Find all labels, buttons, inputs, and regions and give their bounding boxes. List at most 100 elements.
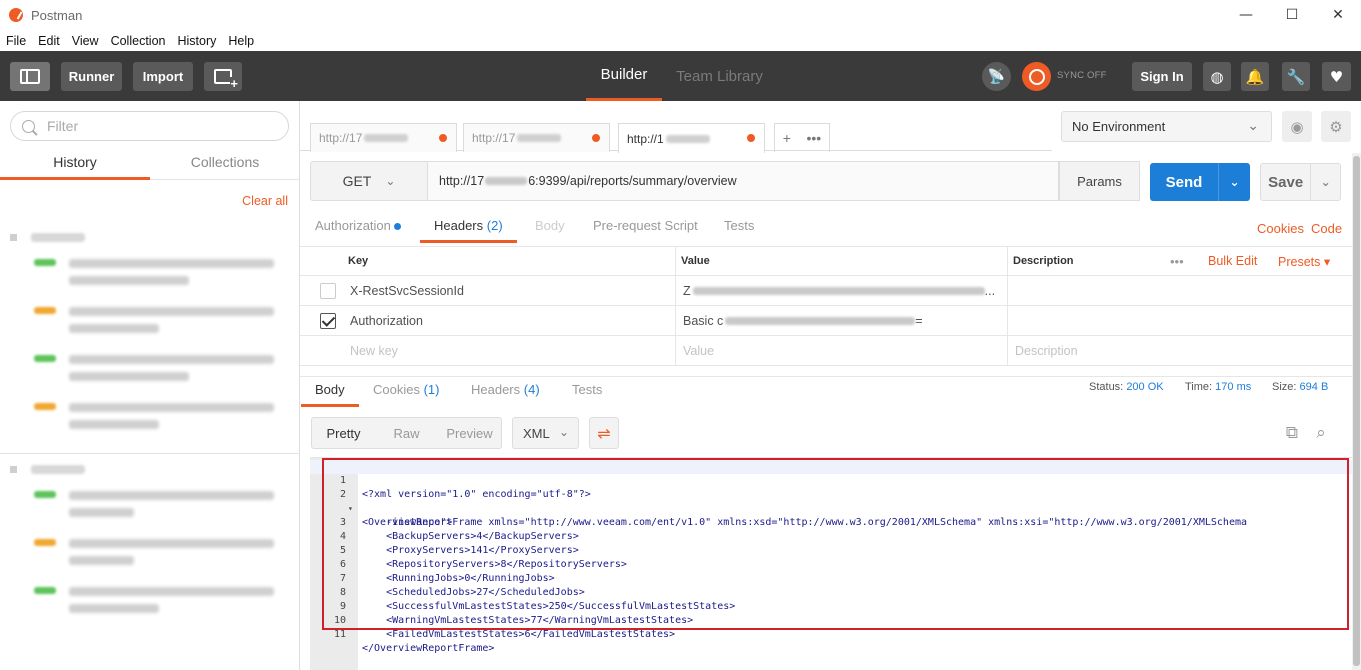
response-tab-headers[interactable]: Headers (4) — [471, 379, 540, 407]
environment-select[interactable]: No Environment ⌄ — [1061, 111, 1272, 142]
runner-button[interactable]: Runner — [61, 62, 122, 91]
menu-file[interactable]: File — [0, 34, 32, 48]
tab-collections[interactable]: Collections — [150, 150, 300, 180]
sign-in-button[interactable]: Sign In — [1132, 62, 1192, 91]
tab-team-library[interactable]: Team Library — [672, 51, 767, 101]
globe-icon[interactable]: ◍ — [1203, 62, 1231, 91]
history-item[interactable] — [0, 297, 300, 345]
title-bar: Postman — ☐ ✕ — [0, 0, 1361, 30]
header-key[interactable]: X-RestSvcSessionId — [350, 276, 464, 305]
tab-more-button[interactable]: ••• — [807, 130, 822, 146]
send-options-chevron-icon[interactable]: ⌄ — [1219, 175, 1250, 189]
history-url — [69, 403, 274, 412]
heart-icon[interactable]: ♥ — [1322, 62, 1351, 91]
gear-icon[interactable]: ⚙ — [1321, 111, 1351, 142]
bulk-edit-link[interactable]: Bulk Edit — [1208, 247, 1257, 275]
menu-view[interactable]: View — [66, 34, 105, 48]
scrollbar-thumb[interactable] — [1353, 156, 1360, 666]
add-tab-button[interactable]: + — [783, 130, 791, 146]
toggle-sidebar-button[interactable] — [10, 62, 50, 91]
save-label: Save — [1268, 173, 1304, 191]
tab-authorization[interactable]: Authorization — [315, 215, 401, 243]
filter-input[interactable] — [47, 118, 277, 134]
search-icon[interactable]: ⌕ — [1309, 421, 1333, 445]
history-group-header[interactable] — [0, 457, 300, 481]
code-text: <FailedVmLastestStates>6</FailedVmLastes… — [362, 629, 676, 640]
presets-dropdown[interactable]: Presets ▾ — [1278, 247, 1330, 275]
row-enable-checkbox[interactable] — [320, 313, 336, 329]
request-tab[interactable]: http://17 — [463, 123, 610, 152]
send-button[interactable]: Send ⌄ — [1150, 163, 1250, 201]
tab-prerequest-script[interactable]: Pre-request Script — [593, 215, 698, 243]
header-value[interactable]: Z ... — [683, 276, 995, 305]
collapse-caret-icon — [10, 465, 17, 473]
history-item[interactable] — [0, 393, 300, 441]
main-scrollbar[interactable] — [1352, 153, 1361, 670]
sync-icon[interactable] — [1022, 62, 1051, 91]
header-key[interactable]: Authorization — [350, 306, 423, 335]
satellite-icon[interactable]: 📡 — [982, 62, 1011, 91]
history-item[interactable] — [0, 481, 300, 529]
request-tab-active[interactable]: http://1 — [618, 123, 765, 153]
tab-tests[interactable]: Tests — [724, 215, 754, 243]
new-value-input[interactable]: Value — [683, 336, 714, 365]
sync-status: SYNC OFF — [1057, 70, 1107, 81]
response-tab-tests[interactable]: Tests — [572, 379, 602, 407]
header-value[interactable]: Basic c = — [683, 306, 923, 335]
history-group-header[interactable] — [0, 225, 300, 249]
cookies-link[interactable]: Cookies — [1257, 221, 1304, 236]
table-more-button[interactable]: ••• — [1170, 247, 1184, 275]
maximize-button[interactable]: ☐ — [1269, 0, 1315, 30]
response-tab-body[interactable]: Body — [301, 379, 359, 407]
menu-edit[interactable]: Edit — [32, 34, 66, 48]
menu-history[interactable]: History — [171, 34, 222, 48]
tab-builder[interactable]: Builder — [586, 51, 662, 101]
language-select[interactable]: XML ⌄ — [512, 417, 579, 449]
method-select[interactable]: GET ⌄ — [310, 161, 427, 201]
menu-help[interactable]: Help — [222, 34, 260, 48]
response-tab-cookies[interactable]: Cookies (1) — [373, 379, 439, 407]
params-button[interactable]: Params — [1059, 161, 1140, 201]
code-link[interactable]: Code — [1311, 221, 1342, 236]
save-options-chevron-icon[interactable]: ⌄ — [1311, 175, 1340, 189]
history-group-date — [31, 464, 85, 474]
tab-history[interactable]: History — [0, 150, 150, 180]
tab-body[interactable]: Body — [535, 215, 565, 243]
new-tab-button[interactable] — [204, 62, 242, 91]
response-body-editor[interactable]: 1 <?xml version="1.0" encoding="utf-8"?>… — [310, 457, 1352, 670]
format-raw[interactable]: Raw — [375, 426, 438, 441]
import-button[interactable]: Import — [133, 62, 193, 91]
send-label: Send — [1165, 173, 1203, 191]
line-number: 11 — [333, 629, 346, 640]
request-tab-url: http://17 — [319, 131, 363, 145]
tab-headers[interactable]: Headers (2) — [420, 215, 517, 243]
wrench-icon[interactable]: 🔧 — [1282, 62, 1310, 91]
history-item[interactable] — [0, 529, 300, 577]
new-description-input[interactable]: Description — [1015, 336, 1078, 365]
new-key-input[interactable]: New key — [350, 336, 398, 365]
minimize-button[interactable]: — — [1223, 0, 1269, 30]
format-preview[interactable]: Preview — [438, 426, 501, 441]
history-item[interactable] — [0, 577, 300, 625]
wrap-lines-icon[interactable]: ⇌ — [589, 417, 619, 449]
response-divider — [300, 376, 1352, 377]
bell-icon[interactable]: 🔔 — [1241, 62, 1269, 91]
save-button[interactable]: Save ⌄ — [1260, 163, 1341, 201]
code-line: 6 <RunningJobs>0</RunningJobs> — [310, 544, 1352, 584]
size-label: Size: — [1272, 381, 1297, 393]
redacted-text — [485, 177, 528, 185]
header-value-prefix: Basic c — [683, 313, 724, 328]
menu-collection[interactable]: Collection — [105, 34, 172, 48]
copy-icon[interactable]: ⧉ — [1280, 421, 1304, 445]
eye-icon[interactable]: ◉ — [1282, 111, 1312, 142]
code-line: -instance"> — [310, 488, 1352, 528]
history-item[interactable] — [0, 345, 300, 393]
code-line: 4 <ProxyServers>141</ProxyServers> — [310, 516, 1352, 556]
request-tab[interactable]: http://17 — [310, 123, 457, 152]
history-item[interactable] — [0, 249, 300, 297]
row-enable-checkbox[interactable] — [320, 283, 336, 299]
url-input[interactable]: http://17 6:9399/api/reports/summary/ove… — [427, 161, 1059, 201]
close-button[interactable]: ✕ — [1315, 0, 1361, 30]
format-pretty[interactable]: Pretty — [312, 426, 375, 441]
clear-all-link[interactable]: Clear all — [242, 194, 288, 208]
